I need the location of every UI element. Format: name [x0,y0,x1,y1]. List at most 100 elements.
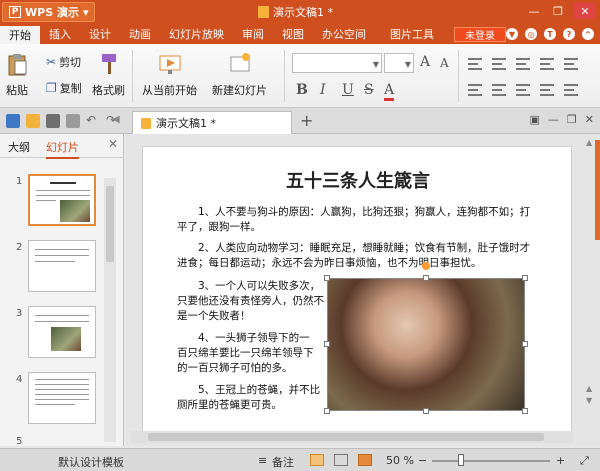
slide-paragraph-4[interactable]: 4、一头狮子领导下的一百只绵羊要比一只绵羊领导下的一百只狮子可怕的多。 [177,331,315,376]
horizontal-scrollbar[interactable] [130,431,574,443]
tab-close-icon[interactable]: ✕ [585,113,594,126]
document-tab[interactable]: 演示文稿1 * [132,111,292,134]
slide-thumbnail-3[interactable] [28,306,96,358]
numbering-icon[interactable] [492,84,506,96]
undo-icon[interactable]: ↶ [86,114,100,128]
align-left-icon[interactable] [468,58,482,70]
resize-handle[interactable] [324,275,330,281]
slide-title[interactable]: 五十三条人生箴言 [143,167,573,193]
cut-button[interactable]: ✂ 剪切 [46,54,81,70]
save-icon[interactable] [6,114,20,128]
bullets-icon[interactable] [468,84,482,96]
notes-icon[interactable]: ≡ [258,454,267,467]
slide-thumbnail-2[interactable] [28,240,96,292]
resize-handle[interactable] [324,408,330,414]
zoom-in-button[interactable]: + [556,454,565,467]
rotate-handle[interactable] [422,262,430,270]
new-tab-icon[interactable]: + [300,111,313,130]
paste-button[interactable]: 粘贴 [6,52,28,98]
justify-icon[interactable] [540,58,554,70]
slide-paragraph-5[interactable]: 5、王冠上的苍蝇，并不比厕所里的苍蝇更可贵。 [177,383,325,413]
expand-icon[interactable]: ^ [582,28,594,40]
font-color-button[interactable]: A [384,82,395,101]
font-size-select[interactable]: ▼ [384,53,414,73]
close-icon[interactable]: ✕ [574,3,596,19]
tab-slideshow[interactable]: 幻灯片放映 [160,24,233,44]
slide-paragraph-3[interactable]: 3、一个人可以失败多次，只要他还没有责怪旁人，仍然不是一个失败者！ [177,279,325,324]
slide-picture[interactable] [327,278,525,411]
zoom-slider-thumb[interactable] [458,454,464,466]
italic-button[interactable]: I [320,82,326,98]
tab-animation[interactable]: 动画 [120,24,160,44]
close-icon[interactable]: ✕ [108,137,118,151]
new-slide-button[interactable]: 新建幻灯片 [212,52,267,98]
tab-review[interactable]: 审阅 [233,24,273,44]
slideshow-icon[interactable] [358,454,372,466]
underline-button[interactable]: U [342,82,354,98]
tab-design[interactable]: 设计 [80,24,120,44]
scroll-down-icon[interactable]: ▼ [586,396,592,405]
resize-handle[interactable] [423,408,429,414]
slide[interactable]: 五十三条人生箴言 1、人不要与狗斗的原因：人赢狗，比狗还狠；狗赢人，连狗都不如；… [142,146,572,434]
resize-handle[interactable] [423,275,429,281]
help-icon[interactable]: ? [563,28,575,40]
zoom-out-button[interactable]: − [418,454,427,467]
side-panel-toggle[interactable] [595,140,600,240]
format-painter-button[interactable]: 格式刷 [92,52,125,98]
font-name-select[interactable]: ▼ [292,53,382,73]
align-right-icon[interactable] [516,58,530,70]
scroll-up-icon[interactable]: ▲ [586,138,592,147]
maximize-icon[interactable]: ❐ [550,3,566,19]
tab-insert[interactable]: 插入 [40,24,80,44]
feedback-icon[interactable]: ◎ [525,28,537,40]
slide-paragraph-2[interactable]: 2、人类应向动物学习：睡眠充足，想睡就睡；饮食有节制，肚子饿时才进食；每日都运动… [177,241,532,271]
font-shrink-button[interactable]: A [440,56,449,70]
strikethrough-button[interactable]: S [364,82,374,98]
tab-list-icon[interactable]: ▣ [530,113,540,126]
skin-icon[interactable]: ▼ [506,28,518,40]
tab-slides[interactable]: 幻灯片 [46,139,79,159]
panel-scrollbar[interactable] [104,178,116,442]
tab-view[interactable]: 视图 [273,24,313,44]
line-spacing-icon[interactable] [540,84,554,96]
resize-handle[interactable] [324,341,330,347]
minimize-icon[interactable]: — [526,3,542,19]
tab-outline[interactable]: 大纲 [8,139,30,155]
normal-view-icon[interactable] [310,454,324,466]
distribute-icon[interactable] [564,58,578,70]
login-button[interactable]: 未登录 [454,27,506,42]
tab-minimize-icon[interactable]: — [548,113,559,126]
slide-thumbnail-4[interactable] [28,372,96,424]
slide-paragraph-1[interactable]: 1、人不要与狗斗的原因：人赢狗，比狗还狠；狗赢人，连狗都不如；打平了，跟狗一样。 [177,205,532,235]
tab-restore-icon[interactable]: ❐ [567,113,577,126]
text-direction-icon[interactable] [564,84,578,96]
panel-scrollbar-thumb[interactable] [106,186,114,262]
tab-home[interactable]: 开始 [0,24,40,44]
notes-button[interactable]: 备注 [272,454,294,470]
print-preview-icon[interactable] [66,114,80,128]
align-center-icon[interactable] [492,58,506,70]
bold-button[interactable]: B [296,82,308,98]
zoom-level[interactable]: 50 % [386,454,414,467]
fit-window-icon[interactable]: ⤢ [580,454,589,468]
copy-button[interactable]: ❐ 复制 [46,80,82,96]
resize-handle[interactable] [522,341,528,347]
design-template-label[interactable]: 默认设计模板 [58,454,124,470]
tab-office-space[interactable]: 办公空间 [313,24,375,44]
resize-handle[interactable] [522,275,528,281]
tab-scroll-left-icon[interactable]: ◀ [112,114,120,125]
resize-handle[interactable] [522,408,528,414]
horizontal-scrollbar-thumb[interactable] [148,433,544,441]
zoom-slider[interactable] [432,460,550,462]
slide-thumbnail-1[interactable] [28,174,96,226]
slide-sorter-icon[interactable] [334,454,348,466]
font-grow-button[interactable]: A [420,54,430,70]
indent-icon[interactable] [516,84,530,96]
tab-picture-tools[interactable]: 图片工具 [381,24,443,44]
shirt-icon[interactable]: T [544,28,556,40]
scroll-up-icon[interactable]: ▲ [586,384,592,393]
print-icon[interactable] [46,114,60,128]
play-from-current-button[interactable]: 从当前开始 [142,52,197,98]
app-menu-button[interactable]: P WPS 演示 ▾ [2,2,96,22]
open-folder-icon[interactable] [26,114,40,128]
